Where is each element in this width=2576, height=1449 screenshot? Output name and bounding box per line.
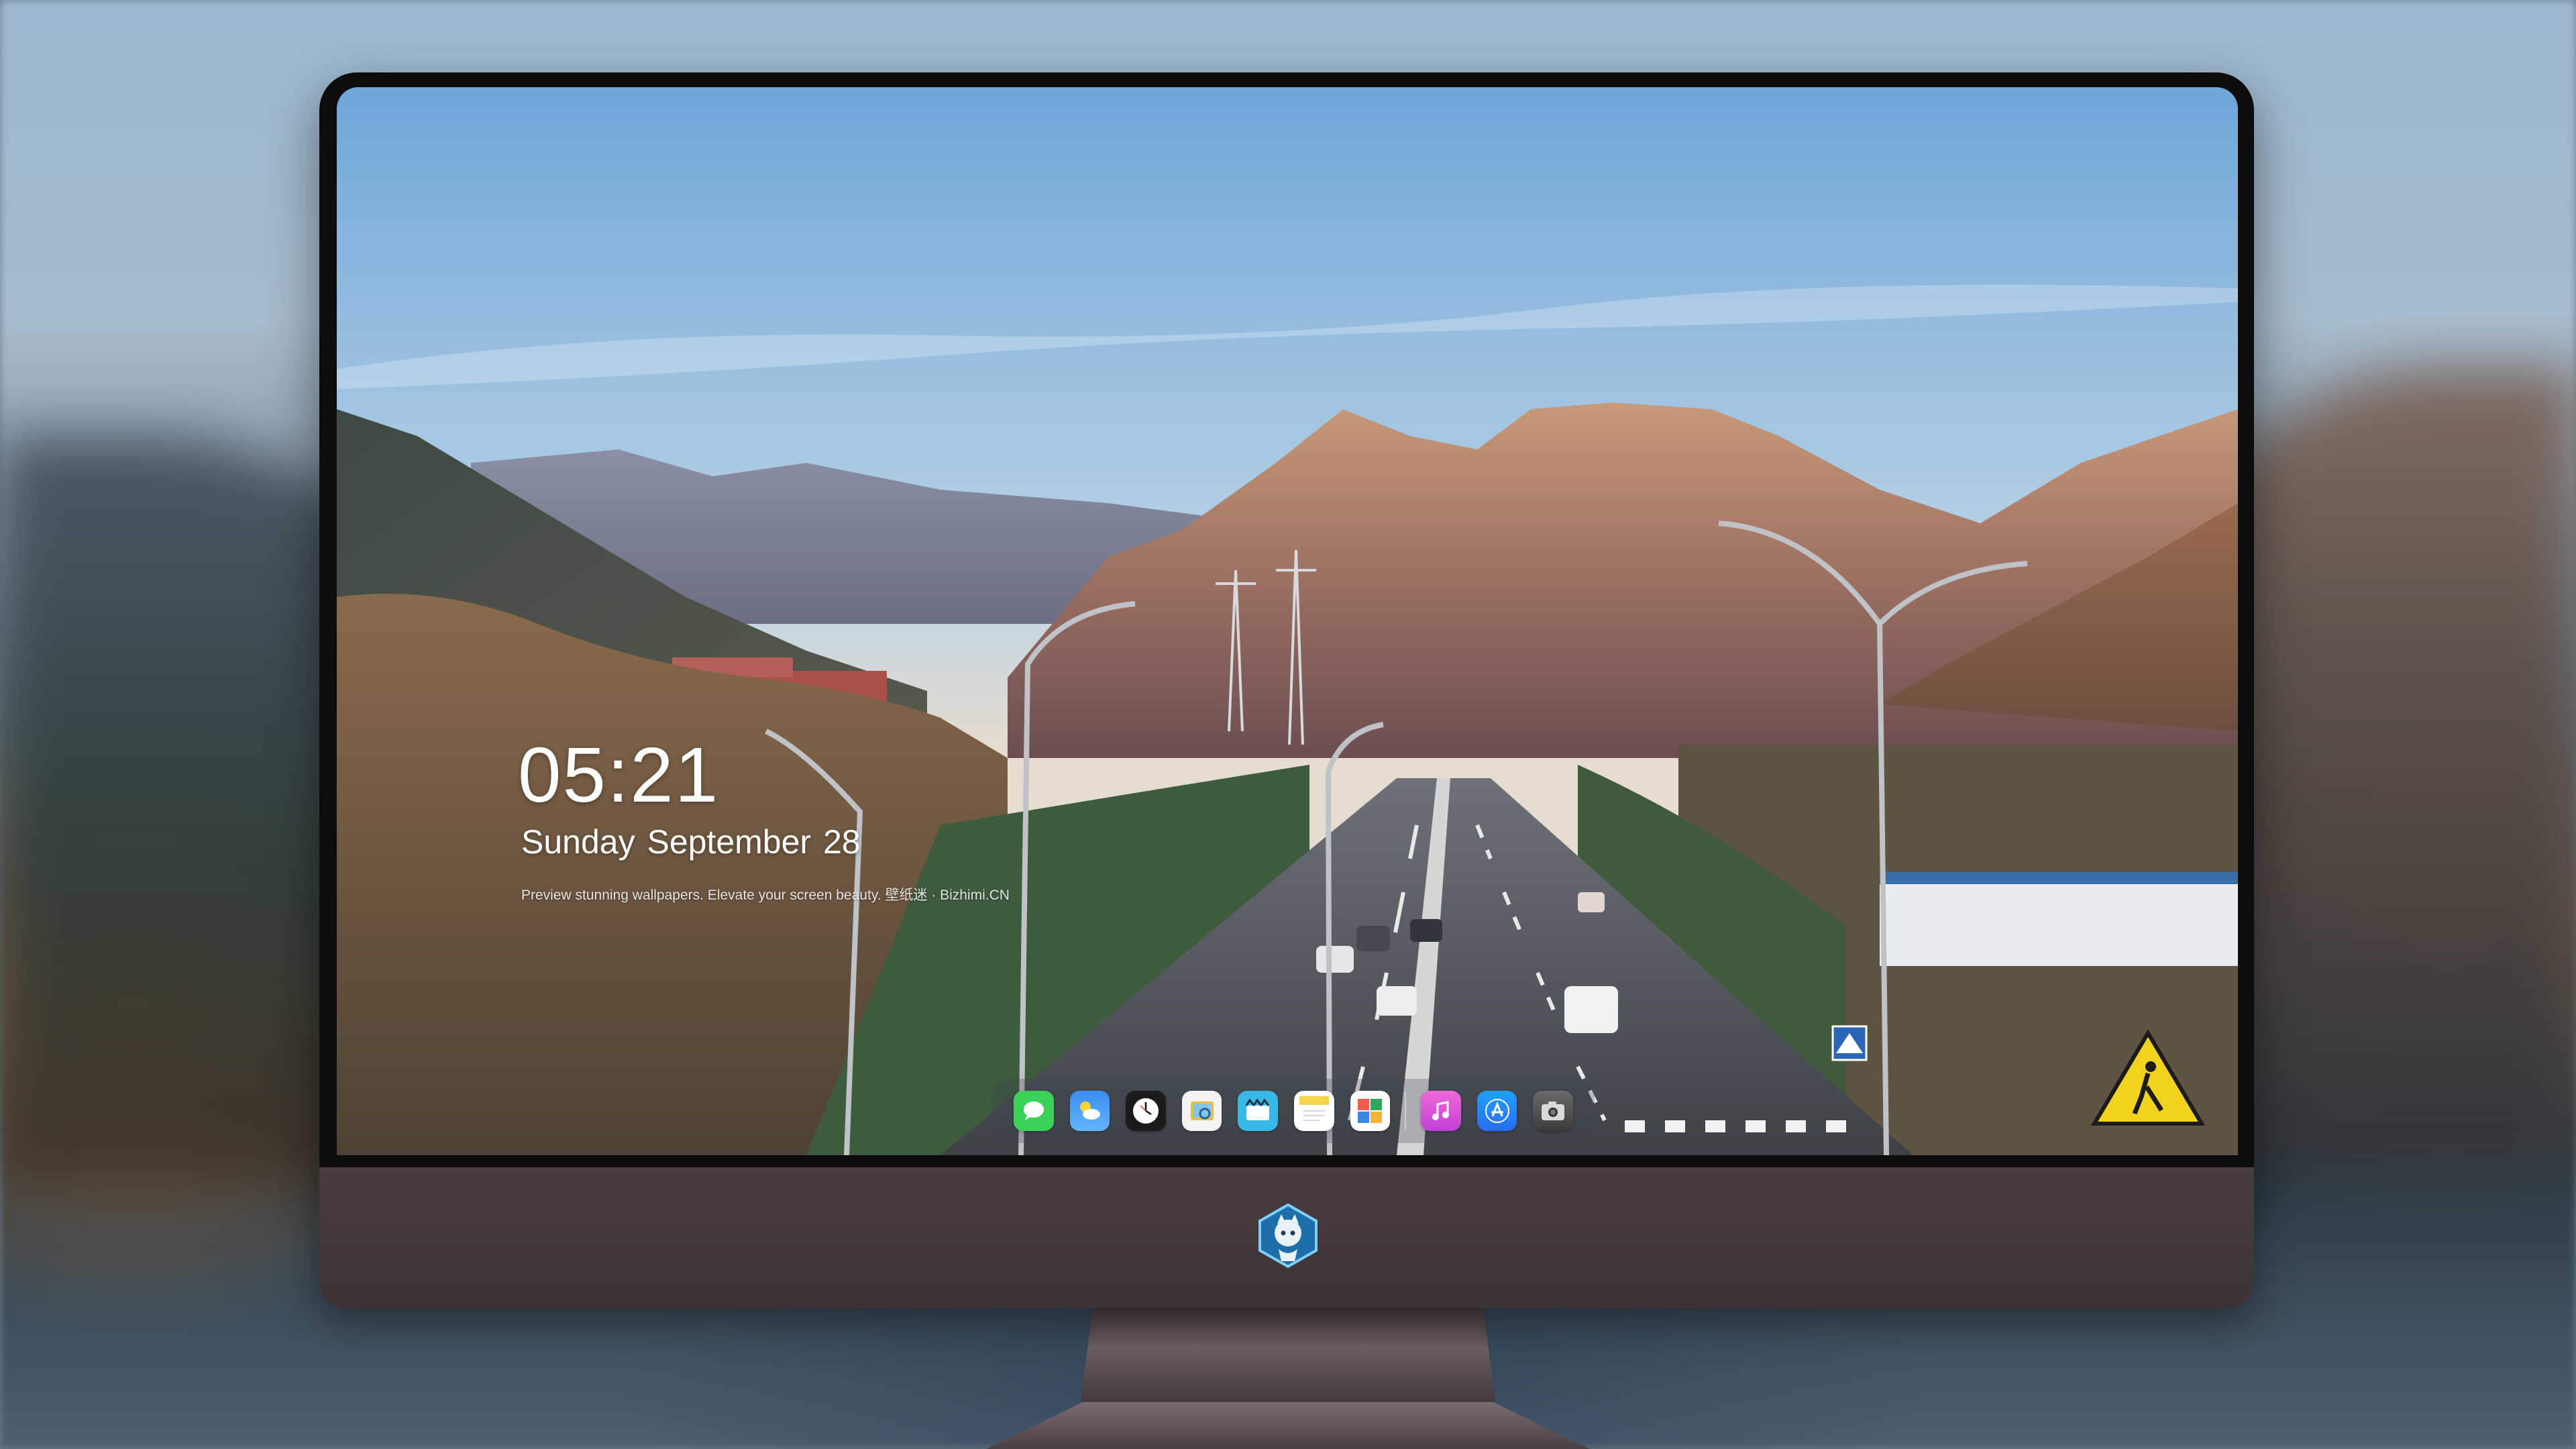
music-app-icon[interactable] xyxy=(1421,1091,1461,1131)
lockscreen-tagline: Preview stunning wallpapers. Elevate you… xyxy=(521,888,1010,903)
screen: 05:21 Sunday September 28 Preview stunni… xyxy=(337,87,2238,1155)
app-store-app-icon[interactable] xyxy=(1477,1091,1517,1131)
notes-app-icon[interactable] xyxy=(1293,1091,1334,1131)
clock-app-icon[interactable] xyxy=(1126,1091,1166,1131)
monitor-stand-neck xyxy=(1080,1308,1496,1409)
monitor-stand-base xyxy=(986,1402,1590,1449)
camera-app-icon[interactable] xyxy=(1533,1091,1573,1131)
weather-app-icon[interactable] xyxy=(1069,1091,1110,1131)
clips-app-icon[interactable] xyxy=(1238,1091,1278,1131)
preview-app-icon[interactable] xyxy=(1181,1091,1222,1131)
brand-logo-icon xyxy=(1258,1203,1318,1269)
lockscreen-time: 05:21 xyxy=(518,731,720,818)
lockscreen-date: Sunday September 28 xyxy=(521,823,861,861)
messages-app-icon[interactable] xyxy=(1014,1091,1054,1131)
dock xyxy=(992,1079,1595,1143)
photo-booth-app-icon[interactable] xyxy=(1350,1091,1391,1131)
wallpaper-landscape xyxy=(337,87,2238,1155)
dock-divider xyxy=(1405,1092,1407,1130)
